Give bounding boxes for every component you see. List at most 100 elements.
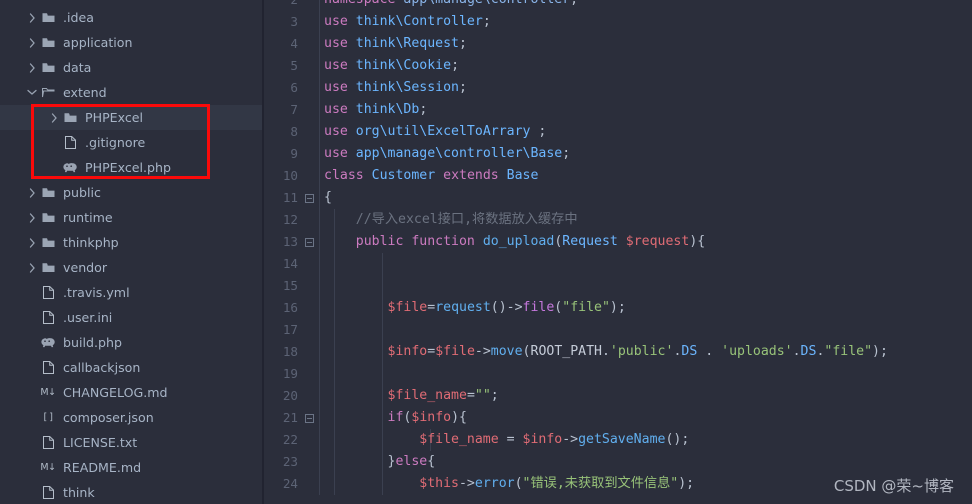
code-text: use org\util\ExcelToArrary ; (324, 124, 547, 139)
tree-item-phpexcel[interactable]: PHPExcel (0, 105, 262, 130)
code-line[interactable]: 23 }else{ (264, 451, 972, 473)
code-line[interactable]: 3 use think\Controller; (264, 11, 972, 33)
code-editor-pane[interactable]: 2 namespace app\manage\controller; 3 use th… (264, 0, 972, 504)
folder-icon (38, 30, 58, 55)
arrow-placeholder (48, 155, 60, 180)
code-line[interactable]: 21 if($info){ (264, 407, 972, 429)
code-line[interactable]: 11 { (264, 187, 972, 209)
code-line[interactable]: 9 use app\manage\controller\Base; (264, 143, 972, 165)
tree-item-label: PHPExcel.php (85, 160, 171, 175)
file-icon (38, 355, 58, 380)
tree-item-label: README.md (63, 460, 142, 475)
line-number: 11 (282, 190, 298, 205)
tree-item-label: application (63, 35, 133, 50)
chevron-right-icon[interactable] (26, 230, 38, 255)
code-line[interactable]: 13 public function do_upload(Request $re… (264, 231, 972, 253)
chevron-down-icon[interactable] (26, 80, 38, 105)
folder-icon (38, 180, 58, 205)
gutter-divider (319, 363, 320, 385)
project-sidebar: .idea application data extend PHPExcel .gitig… (0, 0, 262, 504)
chevron-right-icon[interactable] (26, 205, 38, 230)
code-lines-container[interactable]: 2 namespace app\manage\controller; 3 use th… (264, 0, 972, 495)
code-line[interactable]: 12 //导入excel接口,将数据放入缓存中 (264, 209, 972, 231)
code-line[interactable]: 15 (264, 275, 972, 297)
tree-item-label: callbackjson (63, 360, 141, 375)
tree-item-think[interactable]: think (0, 480, 262, 504)
chevron-right-icon[interactable] (48, 105, 60, 130)
tree-item-vendor[interactable]: vendor (0, 255, 262, 280)
code-line[interactable]: 22 $file_name = $info->getSaveName(); (264, 429, 972, 451)
tree-item-idea[interactable]: .idea (0, 5, 262, 30)
tree-item-label: .gitignore (85, 135, 146, 150)
fold-toggle-icon[interactable] (302, 407, 316, 429)
code-line[interactable]: 14 (264, 253, 972, 275)
tree-item-readme-md[interactable]: M↓ README.md (0, 455, 262, 480)
tree-item-callbackjson[interactable]: callbackjson (0, 355, 262, 380)
tree-item-public[interactable]: public (0, 180, 262, 205)
line-number: 18 (282, 344, 298, 359)
code-text: use think\Session; (324, 80, 467, 95)
chevron-right-icon[interactable] (26, 30, 38, 55)
chevron-right-icon[interactable] (26, 55, 38, 80)
code-line[interactable]: 20 $file_name=""; (264, 385, 972, 407)
code-text: $file_name=""; (387, 388, 499, 403)
code-line[interactable]: 18 $info=$file->move(ROOT_PATH.'public'.… (264, 341, 972, 363)
code-line[interactable]: 16 $file=request()->file("file"); (264, 297, 972, 319)
tree-item-label: LICENSE.txt (63, 435, 138, 450)
code-text: $file_name = $info->getSaveName(); (419, 432, 690, 447)
code-line[interactable]: 5 use think\Cookie; (264, 55, 972, 77)
line-number: 2 (264, 0, 298, 11)
tree-item-user-ini[interactable]: .user.ini (0, 305, 262, 330)
line-number: 6 (290, 80, 298, 95)
fold-toggle-icon[interactable] (302, 231, 316, 253)
tree-item-label: .idea (63, 10, 94, 25)
code-text: use think\Db; (324, 102, 428, 117)
tree-item-license-txt[interactable]: LICENSE.txt (0, 430, 262, 455)
project-file-tree[interactable]: .idea application data extend PHPExcel .gitig… (0, 0, 262, 504)
code-line[interactable]: 17 (264, 319, 972, 341)
line-number: 5 (290, 58, 298, 73)
tree-item-label: .user.ini (63, 310, 113, 325)
code-line[interactable]: 7 use think\Db; (264, 99, 972, 121)
chevron-right-icon[interactable] (26, 255, 38, 280)
code-line[interactable]: 10 class Customer extends Base (264, 165, 972, 187)
indent-guide (334, 253, 335, 275)
tree-item-thinkphp[interactable]: thinkphp (0, 230, 262, 255)
code-line[interactable]: 6 use think\Session; (264, 77, 972, 99)
tree-item-runtime[interactable]: runtime (0, 205, 262, 230)
line-number: 21 (282, 410, 298, 425)
line-number: 20 (282, 388, 298, 403)
tree-item-phpexcel-php[interactable]: PHPExcel.php (0, 155, 262, 180)
tree-item-data[interactable]: data (0, 55, 262, 80)
code-line[interactable]: 19 (264, 363, 972, 385)
tree-item-changelog-md[interactable]: M↓ CHANGELOG.md (0, 380, 262, 405)
tree-item-application[interactable]: application (0, 30, 262, 55)
gutter-divider (319, 231, 320, 253)
chevron-right-icon[interactable] (26, 180, 38, 205)
tree-item-label: think (63, 485, 95, 500)
code-line[interactable]: 8 use org\util\ExcelToArrary ; (264, 121, 972, 143)
tree-item-label: runtime (63, 210, 113, 225)
chevron-right-icon[interactable] (26, 5, 38, 30)
gutter-divider (319, 77, 320, 99)
line-number: 3 (290, 14, 298, 29)
arrow-placeholder (48, 130, 60, 155)
tree-item-gitignore[interactable]: .gitignore (0, 130, 262, 155)
code-line[interactable]: 2 namespace app\manage\controller; (264, 0, 972, 11)
gutter-divider (319, 0, 320, 11)
tree-item-extend[interactable]: extend (0, 80, 262, 105)
gutter-divider (319, 451, 320, 473)
fold-toggle-icon[interactable] (302, 187, 316, 209)
line-number: 23 (282, 454, 298, 469)
tree-item-label: extend (63, 85, 107, 100)
tree-item-build-php[interactable]: build.php (0, 330, 262, 355)
code-text: $file=request()->file("file"); (387, 300, 626, 315)
gutter-divider (319, 55, 320, 77)
tree-item-composer-json[interactable]: [ ] composer.json (0, 405, 262, 430)
code-text: $info=$file->move(ROOT_PATH.'public'.DS … (387, 344, 888, 359)
code-text: namespace app\manage\controller; (324, 0, 578, 11)
line-number: 13 (282, 234, 298, 249)
tree-item-travis-yml[interactable]: .travis.yml (0, 280, 262, 305)
code-line[interactable]: 4 use think\Request; (264, 33, 972, 55)
arrow-placeholder (26, 455, 38, 480)
